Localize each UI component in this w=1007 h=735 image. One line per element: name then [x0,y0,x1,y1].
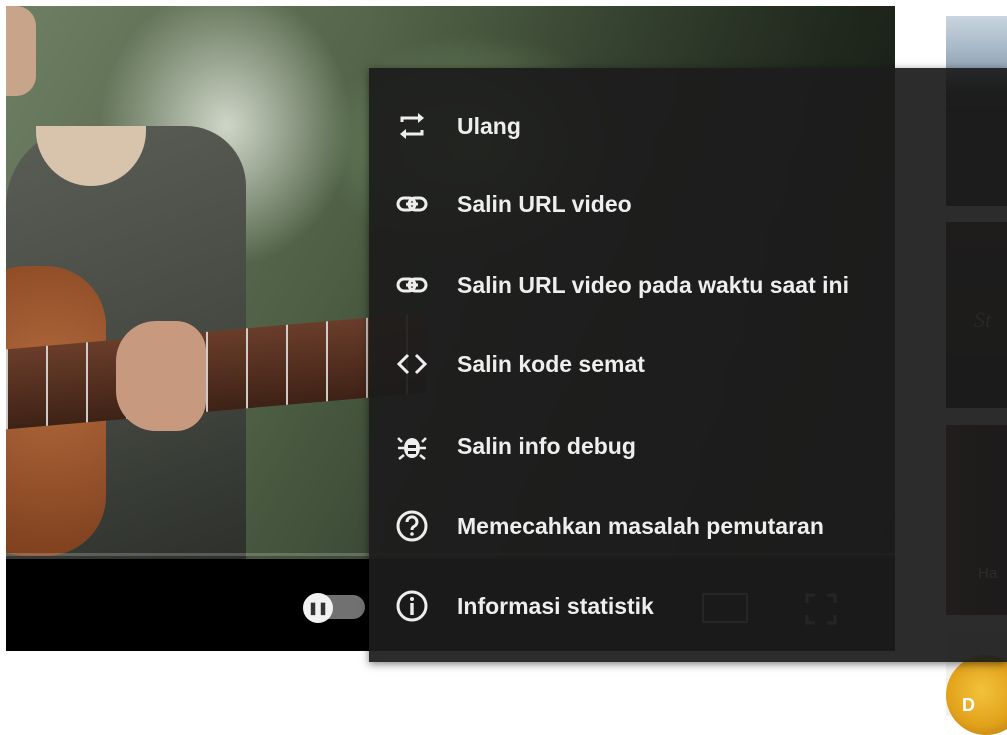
menu-item-loop[interactable]: Ulang [369,86,1007,166]
menu-item-copy-debug-info[interactable]: Salin info debug [369,406,1007,486]
menu-item-copy-video-url[interactable]: Salin URL video [369,164,1007,244]
channel-avatar-letter: D [962,695,975,715]
video-hand [116,321,206,431]
embed-code-icon [392,344,432,384]
info-circle-icon [392,586,432,626]
video-person-face [6,6,36,96]
menu-item-label: Memecahkan masalah pemutaran [457,512,824,539]
autoplay-toggle[interactable]: ❚❚ [303,593,365,623]
help-circle-icon [392,506,432,546]
menu-item-stats-for-nerds[interactable]: Informasi statistik [369,566,1007,646]
player-context-menu: Ulang Salin URL video Salin URL video pa… [369,68,1007,662]
menu-item-label: Informasi statistik [457,592,654,619]
menu-item-label: Salin kode semat [457,350,645,377]
loop-icon [392,106,432,146]
link-icon [392,184,432,224]
menu-item-label: Salin info debug [457,432,636,459]
debug-bug-icon [392,426,432,466]
menu-item-label: Salin URL video [457,190,632,217]
menu-item-label: Salin URL video pada waktu saat ini [457,271,849,298]
menu-item-copy-video-url-at-time[interactable]: Salin URL video pada waktu saat ini [369,245,1007,325]
pause-icon: ❚❚ [303,593,333,623]
menu-item-troubleshoot-playback[interactable]: Memecahkan masalah pemutaran [369,486,1007,566]
menu-item-copy-embed-code[interactable]: Salin kode semat [369,324,1007,404]
link-icon [392,265,432,305]
menu-item-label: Ulang [457,112,521,139]
